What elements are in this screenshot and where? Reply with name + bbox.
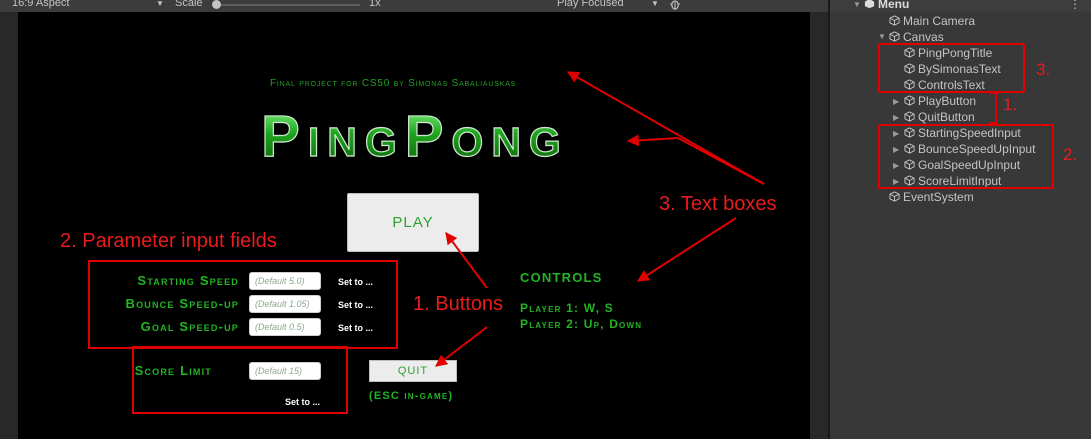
annotation-arrows [435,71,765,367]
arrow-to-title [626,134,679,147]
arrow-to-quit [435,326,488,367]
hier-annotation-3: 3. [1036,60,1051,79]
hier-annotation-1: 1. [1003,95,1018,114]
bracket-inputs [878,124,1054,189]
arrow-to-play [445,232,488,289]
arrow-to-title-line [677,137,765,185]
bracket-text-boxes [878,43,1025,93]
hierarchy-panel: ▼ Menu ⋮ Main Camera ▼ Canvas PingPongTi… [830,0,1091,439]
bracket-buttons [990,92,997,124]
hier-annotation-2: 2. [1063,145,1078,164]
hierarchy-annotation-brackets [878,43,1054,189]
arrow-to-controls [636,217,737,282]
